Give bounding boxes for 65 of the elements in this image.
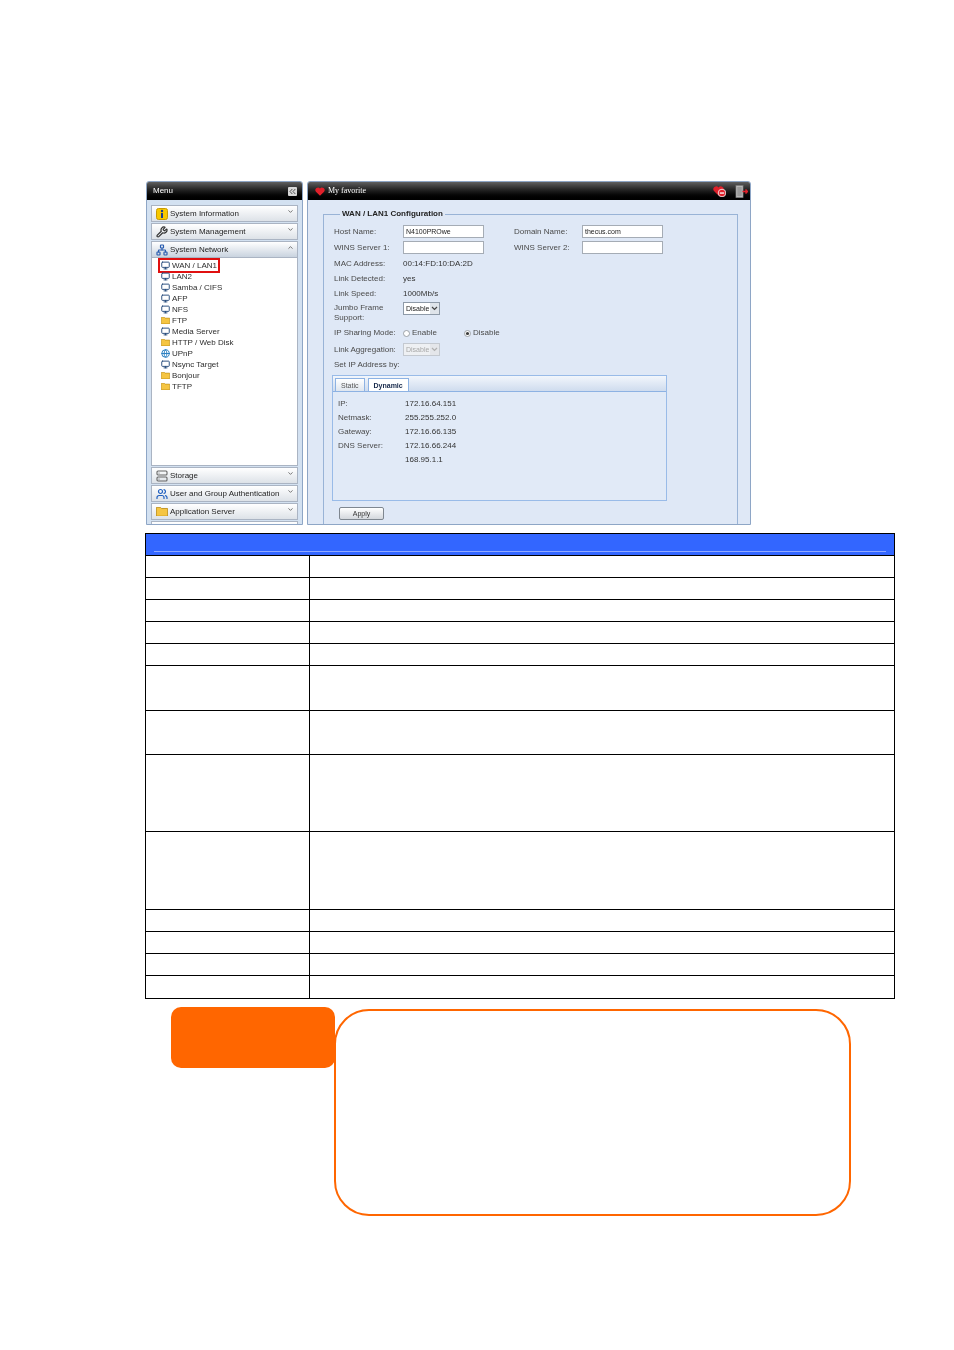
accordion-header[interactable]: User and Group Authentication — [151, 485, 298, 502]
folder-icon — [156, 506, 168, 517]
accordion-header[interactable]: System Network — [151, 241, 298, 258]
server-icon — [156, 469, 168, 482]
field-value: 255.255.252.0 — [405, 412, 457, 424]
field-value: 1000Mb/s — [403, 288, 439, 300]
network-icon — [156, 243, 168, 256]
field-label: IP: — [338, 398, 348, 410]
chevron-down-icon — [287, 488, 294, 495]
wrench-icon — [156, 225, 168, 238]
monitor-icon — [161, 360, 170, 369]
monitor-icon — [161, 327, 170, 336]
collapse-icon[interactable] — [288, 186, 297, 196]
users-icon — [156, 487, 168, 500]
field-label: Link Aggregation: — [333, 343, 397, 356]
field-label: Domain Name: — [514, 225, 569, 238]
field-label: Link Detected: — [333, 273, 387, 285]
monitor-icon — [161, 272, 170, 281]
info-icon — [156, 207, 168, 220]
accordion-header[interactable]: Storage — [151, 467, 298, 484]
field-value: 00:14:FD:10:DA:2D — [403, 258, 473, 270]
field-label: Gateway: — [338, 426, 372, 438]
chevron-up-icon — [287, 244, 294, 251]
field-label: Netmask: — [338, 412, 372, 424]
heart-icon — [315, 186, 325, 196]
field-label: Host Name: — [333, 225, 378, 238]
field-label: WINS Server 1: — [333, 241, 391, 254]
folder-icon — [161, 338, 170, 347]
radio-option[interactable]: Enable — [403, 327, 464, 339]
chevron-down-icon — [287, 506, 294, 513]
accordion-header[interactable]: Application Server — [151, 503, 298, 520]
monitor-icon — [161, 305, 170, 314]
caret-icon — [430, 303, 439, 314]
monitor-icon — [161, 283, 170, 292]
group-title: WAN / LAN1 Configuration — [341, 208, 444, 220]
monitor-icon — [161, 261, 170, 270]
field-value: 172.16.66.135 — [405, 426, 457, 438]
caret-icon — [430, 344, 439, 355]
wins-server-field[interactable] — [582, 241, 663, 254]
field-label: Link Speed: — [333, 288, 378, 300]
chevron-down-icon — [287, 470, 294, 477]
monitor-icon — [161, 294, 170, 303]
menu-item[interactable]: WAN / LAN1 — [158, 258, 221, 273]
door-icon[interactable] — [735, 184, 748, 198]
wins-server-field[interactable] — [403, 241, 484, 254]
field-label: Set IP Address by: — [333, 358, 400, 371]
field-value: 172.16.64.151 — [405, 398, 457, 410]
field-label: DNS Server: — [338, 440, 383, 452]
field-value: 168.95.1.1 — [405, 454, 443, 466]
menu-title: Menu — [153, 187, 173, 195]
accordion-header[interactable]: System Management — [151, 223, 298, 240]
folder-icon — [161, 316, 170, 325]
accordion-header[interactable]: System Information — [151, 205, 298, 222]
field-value: 172.16.66.244 — [405, 440, 457, 452]
field-label: IP Sharing Mode: — [333, 327, 397, 339]
radio-option[interactable]: Disable — [464, 327, 525, 339]
field-label: Jumbo Frame Support: — [333, 302, 385, 323]
globe-icon — [161, 349, 170, 358]
heart-minus-icon[interactable] — [713, 185, 726, 197]
field-label: WINS Server 2: — [514, 241, 571, 254]
favorites-title: My favorite — [328, 187, 366, 195]
chevron-down-icon — [287, 208, 294, 215]
field-value: yes — [403, 273, 416, 285]
field-label: MAC Address: — [333, 258, 387, 270]
chevron-down-icon — [287, 226, 294, 233]
